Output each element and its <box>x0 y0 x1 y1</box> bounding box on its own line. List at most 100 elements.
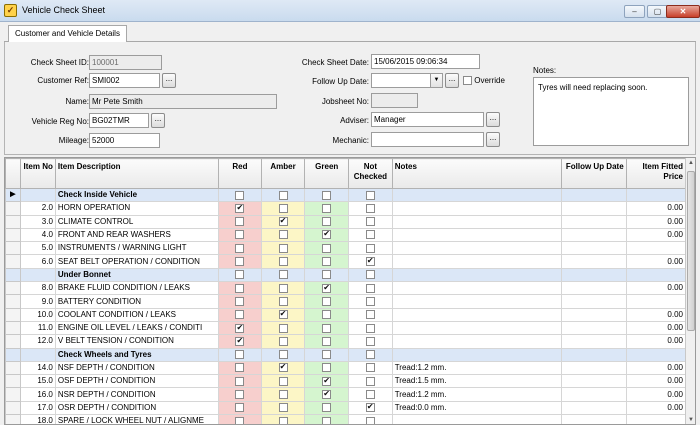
follow-up-date-dropdown-arrow[interactable]: ▼ <box>430 73 443 88</box>
item-description-cell[interactable]: NSF DEPTH / CONDITION <box>54 360 220 376</box>
row-selector[interactable] <box>5 214 21 229</box>
follow-up-date-cell[interactable] <box>561 281 627 296</box>
green-checkbox[interactable] <box>322 203 332 213</box>
follow-up-date-cell[interactable] <box>561 347 627 362</box>
follow-up-date-field[interactable] <box>371 73 431 88</box>
item-description-cell[interactable]: NSR DEPTH / CONDITION <box>54 387 220 402</box>
not-checked-checkbox[interactable] <box>365 363 375 373</box>
col-green[interactable]: Green <box>304 158 350 189</box>
amber-checkbox[interactable] <box>278 257 288 267</box>
table-row[interactable]: 6.0SEAT BELT OPERATION / CONDITION 0.00 <box>5 254 687 269</box>
row-selector[interactable] <box>5 400 21 416</box>
red-checkbox[interactable] <box>235 296 245 306</box>
vehicle-reg-field[interactable]: BG02TMR <box>89 113 149 128</box>
red-checkbox[interactable] <box>235 283 245 293</box>
follow-up-date-cell[interactable] <box>561 320 627 336</box>
notes-cell[interactable] <box>391 347 563 362</box>
item-description-cell[interactable]: CLIMATE CONTROL <box>54 214 220 229</box>
item-fitted-price-cell[interactable]: 0.00 <box>625 374 687 389</box>
item-fitted-price-cell[interactable] <box>625 347 687 362</box>
scroll-thumb[interactable] <box>687 171 695 331</box>
not-checked-checkbox[interactable] <box>365 376 375 386</box>
red-checkbox[interactable] <box>235 190 245 200</box>
item-description-cell[interactable]: Check Wheels and Tyres <box>54 347 220 362</box>
green-checkbox[interactable] <box>322 296 332 306</box>
follow-up-date-cell[interactable] <box>561 374 627 389</box>
notes-cell[interactable]: Tread:1.2 mm. <box>391 387 563 402</box>
follow-up-date-cell[interactable] <box>561 414 627 424</box>
red-checkbox[interactable] <box>235 350 245 360</box>
notes-cell[interactable] <box>391 414 563 424</box>
amber-checkbox[interactable] <box>278 190 288 200</box>
mileage-field[interactable]: 52000 <box>89 133 160 148</box>
follow-up-date-cell[interactable] <box>561 267 627 283</box>
col-notes[interactable]: Notes <box>391 158 563 189</box>
green-checkbox[interactable] <box>322 229 332 240</box>
notes-cell[interactable] <box>391 214 563 229</box>
follow-up-date-cell[interactable] <box>561 201 627 216</box>
amber-checkbox[interactable] <box>278 362 288 373</box>
table-row[interactable]: 14.0NSF DEPTH / CONDITION Tread:1.2 mm. 0.… <box>5 360 687 376</box>
table-row[interactable]: 9.0 BATTERY CONDITION <box>5 294 687 309</box>
red-checkbox[interactable] <box>235 416 245 424</box>
col-amber[interactable]: Amber <box>260 158 306 189</box>
item-fitted-price-cell[interactable] <box>625 267 687 283</box>
not-checked-checkbox[interactable] <box>365 296 375 306</box>
row-selector[interactable] <box>5 360 21 376</box>
amber-checkbox[interactable] <box>278 403 288 413</box>
notes-cell[interactable] <box>391 307 563 322</box>
amber-checkbox[interactable] <box>278 309 288 320</box>
item-description-cell[interactable]: OSF DEPTH / CONDITION <box>54 374 220 389</box>
mechanic-lookup-button[interactable]: ... <box>486 132 500 147</box>
amber-checkbox[interactable] <box>278 350 288 360</box>
green-checkbox[interactable] <box>322 283 332 293</box>
follow-up-date-cell[interactable] <box>561 241 627 256</box>
notes-cell[interactable] <box>391 201 563 216</box>
follow-up-date-cell[interactable] <box>561 214 627 229</box>
notes-cell[interactable]: Tread:1.5 mm. <box>391 374 563 389</box>
green-checkbox[interactable] <box>322 190 332 200</box>
item-fitted-price-cell[interactable]: 0.00 <box>625 281 687 296</box>
not-checked-checkbox[interactable] <box>365 416 375 424</box>
mechanic-field[interactable] <box>371 132 484 147</box>
amber-checkbox[interactable] <box>278 216 288 227</box>
adviser-lookup-button[interactable]: ... <box>486 112 500 127</box>
not-checked-checkbox[interactable] <box>365 336 375 346</box>
row-selector[interactable]: ▶ <box>5 187 21 203</box>
amber-checkbox[interactable] <box>278 283 288 293</box>
not-checked-checkbox[interactable] <box>365 389 375 399</box>
item-description-cell[interactable]: OSR DEPTH / CONDITION <box>54 400 220 416</box>
amber-checkbox[interactable] <box>278 336 288 346</box>
red-checkbox[interactable] <box>235 230 245 240</box>
notes-cell[interactable]: Tread:1.2 mm. <box>391 360 563 376</box>
item-description-cell[interactable]: COOLANT CONDITION / LEAKS <box>54 307 220 322</box>
notes-cell[interactable] <box>391 334 563 349</box>
not-checked-checkbox[interactable] <box>365 217 375 227</box>
table-row[interactable]: 16.0NSR DEPTH / CONDITION Tread:1.2 mm. 0.… <box>5 387 687 402</box>
follow-up-date-cell[interactable] <box>561 254 627 269</box>
amber-checkbox[interactable] <box>278 230 288 240</box>
item-fitted-price-cell[interactable] <box>625 414 687 424</box>
notes-cell[interactable] <box>391 320 563 336</box>
row-selector[interactable] <box>5 334 21 349</box>
col-red[interactable]: Red <box>218 158 262 189</box>
red-checkbox[interactable] <box>235 363 245 373</box>
item-description-cell[interactable]: BRAKE FLUID CONDITION / LEAKS <box>54 281 220 296</box>
item-fitted-price-cell[interactable]: 0.00 <box>625 254 687 269</box>
green-checkbox[interactable] <box>322 403 332 413</box>
amber-checkbox[interactable] <box>278 416 288 424</box>
follow-up-date-cell[interactable] <box>561 400 627 416</box>
row-selector[interactable] <box>5 320 21 336</box>
green-checkbox[interactable] <box>322 363 332 373</box>
vehicle-reg-lookup-button[interactable]: ... <box>151 113 165 128</box>
not-checked-checkbox[interactable] <box>365 283 375 293</box>
green-checkbox[interactable] <box>322 217 332 227</box>
minimize-button[interactable]: – <box>624 5 645 18</box>
table-row[interactable]: 8.0BRAKE FLUID CONDITION / LEAKS 0.00 <box>5 281 687 296</box>
override-checkbox[interactable] <box>463 76 472 86</box>
item-fitted-price-cell[interactable] <box>625 241 687 256</box>
not-checked-checkbox[interactable] <box>365 402 375 413</box>
green-checkbox[interactable] <box>322 376 332 386</box>
col-item-fitted-price[interactable]: Item Fitted Price <box>625 158 687 189</box>
green-checkbox[interactable] <box>322 416 332 424</box>
